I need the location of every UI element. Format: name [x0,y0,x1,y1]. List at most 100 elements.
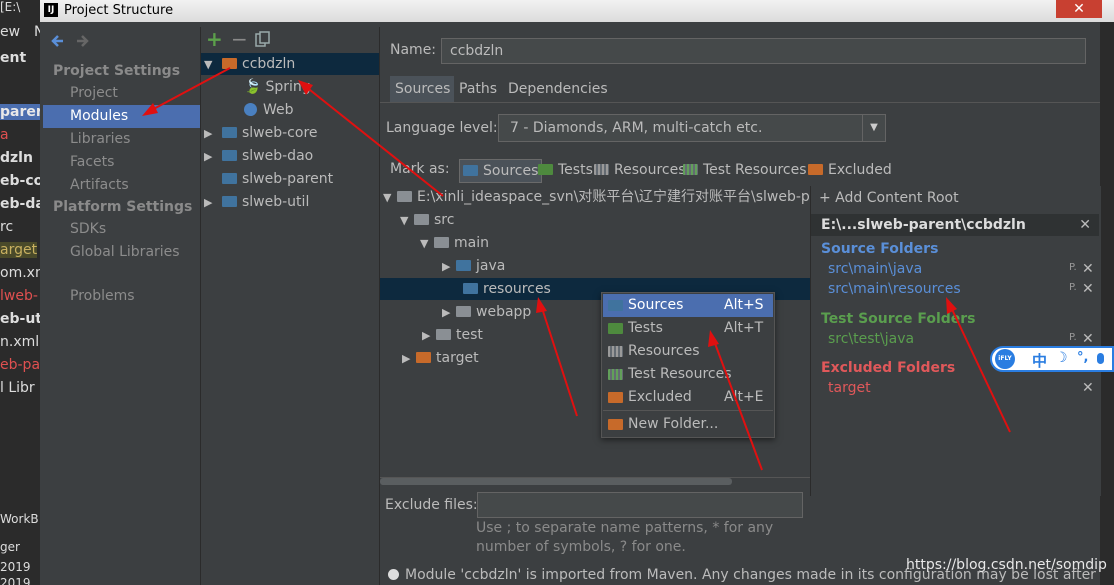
expand-triangle-icon[interactable]: ▼ [420,233,434,255]
menu-item-resources[interactable]: Resources [603,340,773,363]
module-tree-item-slweb-dao[interactable]: ▶ slweb-dao [201,145,313,167]
remove-folder-icon[interactable]: ✕ [1082,380,1094,396]
content-tree-label: E:\xinli_ideaspace_svn\对账平台\辽宁建行对账平台\slw… [417,189,810,205]
tab-paths[interactable]: Paths [454,76,503,102]
folder-icon [456,306,471,317]
info-icon [388,569,399,580]
module-tree-label: Spring [265,79,311,95]
expand-triangle-icon[interactable]: ▶ [204,123,218,145]
background-ide-text: parer [0,104,40,120]
menu-item-excluded[interactable]: Excluded Alt+E [603,386,773,409]
menu-item-test-resources[interactable]: Test Resources [603,363,773,386]
content-tree-src[interactable]: ▼ src [400,209,454,231]
module-tree-item-slweb-util[interactable]: ▶ slweb-util [201,191,309,213]
mark-as-label-text: Sources [483,163,539,179]
content-root-header: E:\...slweb-parent\ccbdzln ✕ [811,214,1099,236]
remove-icon[interactable]: − [231,28,248,50]
module-tree-item-ccbdzln[interactable]: ▼ ccbdzln [201,53,379,75]
nav-item-facets[interactable]: Facets [43,151,200,174]
language-level-value: 7 - Diamonds, ARM, multi-catch etc. [510,120,763,136]
module-tree-label: Web [263,102,294,118]
dialog-titlebar[interactable]: IJ Project Structure ✕ [40,0,1114,22]
content-tree-root[interactable]: ▼ E:\xinli_ideaspace_svn\对账平台\辽宁建行对账平台\sl… [380,186,810,208]
remove-folder-icon[interactable]: ✕ [1082,281,1094,297]
horizontal-scrollbar[interactable] [380,478,732,485]
menu-item-new-folder[interactable]: New Folder... [603,413,773,436]
language-level-select[interactable]: 7 - Diamonds, ARM, multi-catch etc. ▼ [498,114,886,142]
expand-triangle-icon[interactable]: ▼ [400,210,414,232]
remove-content-root-icon[interactable]: ✕ [1079,214,1091,236]
ime-moon-icon[interactable]: ☽ [1055,350,1068,366]
nav-item-label: Libraries [70,131,131,147]
module-tree-item-spring[interactable]: 🍃 Spring [244,76,311,98]
mark-directory-context-menu: Sources Alt+S Tests Alt+T Resources Test R… [601,292,775,438]
nav-item-modules[interactable]: Modules [43,105,200,128]
content-tree-test[interactable]: ▶ test [422,324,483,346]
chevron-down-icon[interactable]: ▼ [862,115,885,141]
module-tree-item-slweb-core[interactable]: ▶ slweb-core [201,122,318,144]
background-ide-text: a [0,127,9,143]
folder-properties-icon[interactable]: P. [1069,282,1077,293]
module-tree-label: slweb-util [242,194,310,210]
expand-triangle-icon[interactable]: ▶ [204,192,218,214]
arrow-right-icon[interactable] [75,34,89,48]
add-content-root-button[interactable]: + Add Content Root [819,190,959,206]
copy-icon[interactable] [255,31,271,47]
module-name-input[interactable]: ccbdzln [441,38,1086,64]
nav-item-project[interactable]: Project [43,82,200,105]
expand-triangle-icon[interactable]: ▼ [204,54,218,76]
mark-as-excluded-button[interactable]: Excluded [808,159,892,181]
folder-properties-icon[interactable]: P. [1069,262,1077,273]
close-window-button[interactable]: ✕ [1056,0,1102,18]
module-tree-item-slweb-parent[interactable]: slweb-parent [218,168,333,190]
exclude-hint-line1: Use ; to separate name patterns, * for a… [476,520,774,536]
expand-triangle-icon[interactable]: ▶ [442,302,456,324]
mark-as-resources-button[interactable]: Resources [594,159,686,181]
content-tree-target[interactable]: ▶ target [402,347,479,369]
module-tree-item-web[interactable]: Web [244,99,294,121]
tab-sources[interactable]: Sources [390,76,456,102]
remove-folder-icon[interactable]: ✕ [1082,331,1094,347]
arrow-left-icon[interactable] [51,34,65,48]
mark-as-tests-button[interactable]: Tests [538,159,593,181]
add-icon[interactable]: + [206,28,223,50]
nav-item-label: Global Libraries [70,244,180,260]
mark-as-sources-button[interactable]: Sources [459,159,543,183]
menu-item-sources[interactable]: Sources Alt+S [603,294,773,317]
exclude-files-input[interactable] [477,492,803,518]
nav-item-problems[interactable]: Problems [43,285,200,308]
mark-as-label: Mark as: [390,161,450,177]
expand-triangle-icon[interactable]: ▶ [442,256,456,278]
ime-microphone-icon[interactable] [1097,353,1104,364]
nav-item-sdks[interactable]: SDKs [43,218,200,241]
excluded-folder-entry: target [828,380,871,396]
content-tree-webapp[interactable]: ▶ webapp [442,301,531,323]
folder-icon [434,237,449,248]
content-root-panel: + Add Content Root E:\...slweb-parent\cc… [810,186,1101,496]
expand-triangle-icon[interactable]: ▶ [402,348,416,370]
menu-item-label: Tests [628,320,663,336]
content-tree-label: src [434,212,455,228]
ime-chinese-mode-icon[interactable]: 中 [1032,350,1047,371]
menu-item-tests[interactable]: Tests Alt+T [603,317,773,340]
mark-as-test-resources-button[interactable]: Test Resources [683,159,807,181]
background-ide-text: dzln [0,150,33,166]
content-tree-java[interactable]: ▶ java [442,255,505,277]
nav-item-libraries[interactable]: Libraries [43,128,200,151]
remove-folder-icon[interactable]: ✕ [1082,261,1094,277]
ifly-ime-toolbar[interactable]: iFLY 中 ☽ °, [990,346,1114,372]
nav-item-label: SDKs [70,221,107,237]
tab-dependencies[interactable]: Dependencies [503,76,613,102]
background-ide-text: 2019 [0,576,31,585]
content-tree-main[interactable]: ▼ main [420,232,489,254]
nav-item-global-libraries[interactable]: Global Libraries [43,241,200,264]
ime-punctuation-icon[interactable]: °, [1077,350,1088,365]
folder-properties-icon[interactable]: P. [1069,332,1077,343]
expand-triangle-icon[interactable]: ▼ [383,187,397,208]
expand-triangle-icon[interactable]: ▶ [422,325,436,347]
nav-item-artifacts[interactable]: Artifacts [43,174,200,197]
sources-folder-icon [463,165,478,176]
expand-triangle-icon[interactable]: ▶ [204,146,218,168]
background-ide-text: [E:\ [0,0,21,14]
test-source-folders-title: Test Source Folders [821,311,976,327]
